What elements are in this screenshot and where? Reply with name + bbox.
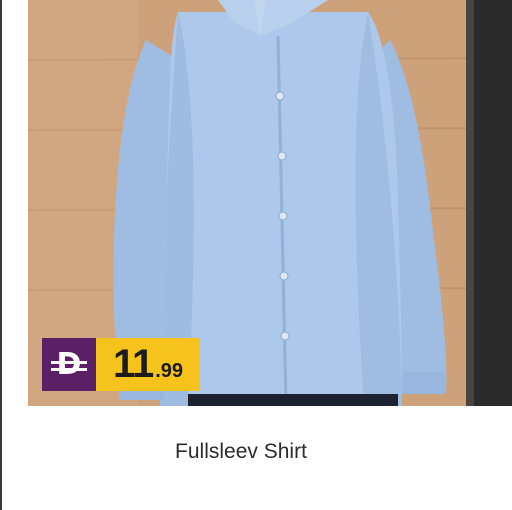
product-card[interactable]: D 11 .99 Fullsleev Shirt — [0, 0, 512, 510]
price-integer: 11 — [112, 342, 154, 386]
dirham-icon: D — [50, 346, 88, 382]
price-amount: 11 .99 — [96, 338, 200, 391]
product-title[interactable]: Fullsleev Shirt — [2, 440, 480, 464]
currency-badge: D — [42, 338, 96, 391]
price-tag: D 11 .99 — [42, 338, 200, 391]
price-fraction: .99 — [155, 360, 184, 382]
